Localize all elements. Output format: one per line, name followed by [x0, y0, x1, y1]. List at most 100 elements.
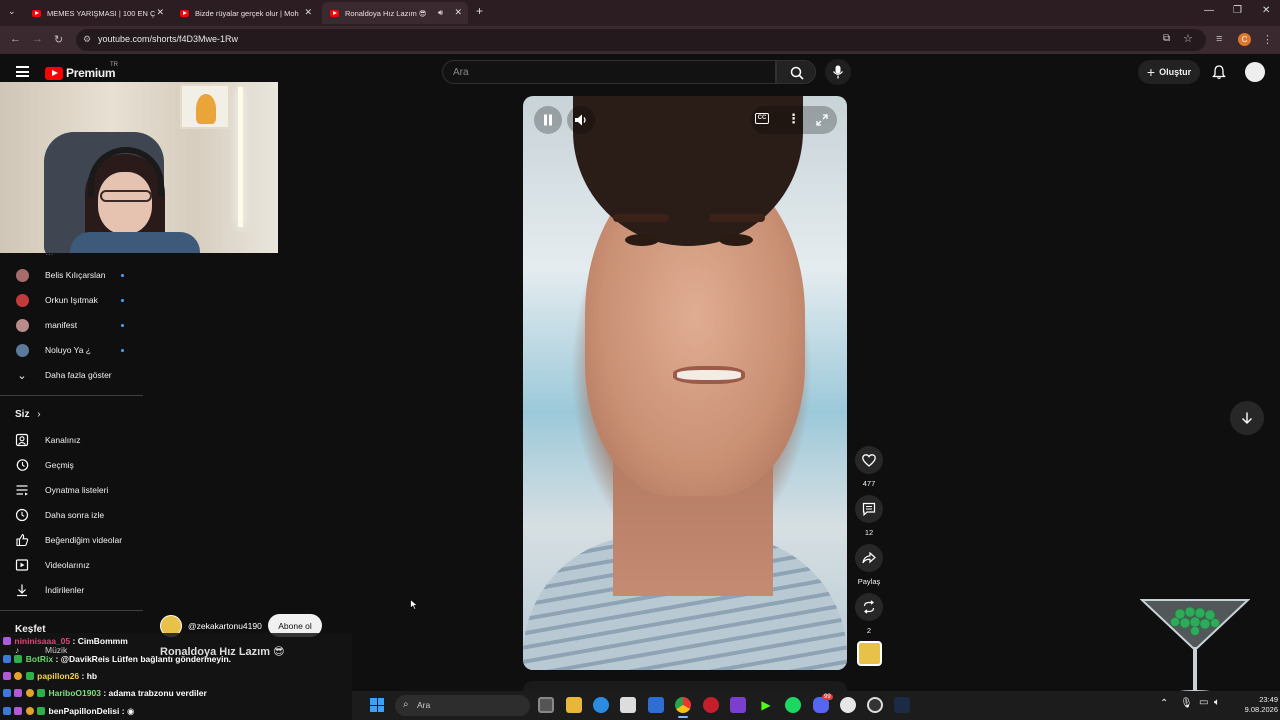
clock-date: 9.08.2026 — [1244, 705, 1278, 714]
sidebar-you-heading[interactable]: Siz › — [15, 409, 41, 420]
close-tab-icon[interactable]: ✕ — [304, 7, 312, 18]
region-code: TR — [110, 62, 118, 68]
share-button[interactable] — [855, 544, 883, 572]
hamburger-menu-icon[interactable] — [16, 66, 29, 77]
notifications-bell-icon[interactable] — [1212, 65, 1226, 80]
video-frame-eye — [625, 234, 659, 246]
streaming-app-icon[interactable] — [703, 697, 719, 713]
sidebar-subscription-4[interactable]: Noluyo Ya ¿ — [0, 338, 143, 362]
sidebar-item-your-channel[interactable]: Kanalınız — [0, 428, 143, 452]
taskbar-search[interactable]: ⌕ Ara — [395, 695, 530, 716]
sidebar-show-more[interactable]: ⌄ Daha fazla göster — [0, 363, 143, 387]
tab-search-chevron-icon[interactable]: ⌄ — [8, 6, 16, 17]
tray-overflow-icon[interactable]: ⌃ — [1160, 698, 1168, 709]
sidebar-divider — [0, 610, 143, 611]
close-window-icon[interactable]: ✕ — [1262, 5, 1270, 16]
mic-tray-icon[interactable]: 🎙︎ — [1180, 698, 1193, 709]
kick-icon[interactable]: ▶ — [758, 697, 774, 713]
file-explorer-icon[interactable] — [566, 697, 582, 713]
channel-icon — [15, 433, 29, 447]
maximize-icon[interactable]: ❐ — [1233, 5, 1242, 16]
remix-button[interactable] — [855, 593, 883, 621]
comments-button[interactable] — [855, 495, 883, 523]
create-button[interactable]: + Oluştur — [1138, 60, 1200, 84]
forward-icon[interactable]: → — [32, 33, 43, 45]
like-button[interactable] — [855, 446, 883, 474]
voice-search-button[interactable] — [825, 59, 851, 85]
logo-text: Premium — [66, 66, 116, 80]
sidebar-subscription-3[interactable]: manifest — [0, 313, 143, 337]
youtube-premium-logo[interactable]: Premium TR — [45, 62, 118, 80]
sidebar-item-downloads[interactable]: İndirilenler — [0, 578, 143, 602]
profile-avatar[interactable]: C — [1238, 33, 1251, 46]
heart-icon — [862, 453, 876, 467]
search-button[interactable] — [776, 60, 816, 84]
browser-tab-3-active[interactable]: Ronaldoya Hız Lazım 😎 🔊︎ ✕ — [322, 2, 468, 24]
shorts-video-player[interactable]: CC ⋮ — [523, 96, 847, 670]
store-icon[interactable] — [620, 697, 636, 713]
mail-icon[interactable] — [648, 697, 664, 713]
audio-playing-icon[interactable]: 🔊︎ — [438, 8, 443, 18]
item-label: Beğendiğim videolar — [45, 535, 123, 545]
cast-icon[interactable]: ⧉ — [1163, 33, 1170, 44]
site-info-icon[interactable]: ⚙ — [83, 34, 91, 45]
sidebar-subscription-1[interactable]: Belis Kılıçarslan — [0, 263, 143, 287]
start-button[interactable] — [370, 698, 384, 712]
share-label: Paylaş — [857, 577, 881, 586]
close-tab-icon[interactable]: ✕ — [454, 7, 462, 18]
tier-badge-icon — [14, 689, 23, 697]
app-icon[interactable] — [840, 697, 856, 713]
captions-icon[interactable]: CC — [755, 113, 769, 124]
task-view-icon[interactable] — [538, 697, 554, 713]
new-tab-icon[interactable]: + — [476, 4, 483, 18]
tab-title: MEMES YARIŞMASI | 100 EN Ç — [47, 8, 156, 18]
sidebar-item-liked-videos[interactable]: Beğendiğim videolar — [0, 528, 143, 552]
video-frame-brow — [709, 214, 765, 222]
bookmark-star-icon[interactable]: ☆ — [1183, 32, 1193, 45]
mute-button[interactable] — [567, 106, 595, 134]
sidebar-item-watch-later[interactable]: Daha sonra izle — [0, 503, 143, 527]
purple-app-icon[interactable] — [730, 697, 746, 713]
next-short-preview[interactable] — [523, 681, 847, 691]
edge-icon[interactable] — [593, 697, 609, 713]
network-icon[interactable]: ▭ — [1199, 697, 1208, 708]
audio-track-thumbnail[interactable] — [857, 641, 882, 666]
reload-icon[interactable]: ↻ — [54, 33, 63, 46]
extensions-icon[interactable]: ≡ — [1216, 33, 1222, 45]
more-options-icon[interactable]: ⋮ — [787, 111, 800, 127]
pause-button[interactable] — [534, 106, 562, 134]
account-avatar[interactable] — [1245, 62, 1265, 82]
vip-badge-icon — [25, 672, 34, 680]
spotify-icon[interactable] — [785, 697, 801, 713]
channel-name[interactable]: @zekakartonu4190 — [188, 621, 262, 631]
sub-badge-icon — [3, 637, 11, 645]
close-tab-icon[interactable]: ✕ — [156, 7, 164, 18]
steam-icon[interactable] — [894, 697, 910, 713]
back-icon[interactable]: ← — [10, 33, 21, 45]
sidebar-subscription-2[interactable]: Orkun Işıtmak — [0, 288, 143, 312]
search-input[interactable]: Ara — [453, 67, 469, 78]
create-label: Oluştur — [1159, 67, 1192, 77]
next-short-button[interactable] — [1230, 401, 1264, 435]
sidebar-item-your-videos[interactable]: Videolarınız — [0, 553, 143, 577]
chrome-icon[interactable] — [675, 697, 691, 713]
omnibox[interactable]: ⚙ youtube.com/shorts/f4D3Mwe-1Rw ⧉ ☆ — [76, 29, 1206, 51]
new-content-dot — [121, 273, 124, 277]
item-label: İndirilenler — [45, 585, 85, 595]
browser-tab-2[interactable]: Bizde rüyalar gerçek olur | Moh ✕ — [172, 2, 318, 24]
recording-app-icon[interactable] — [867, 697, 883, 713]
taskbar-clock[interactable]: 23:49 9.08.2026 — [1232, 695, 1278, 715]
minimize-icon[interactable]: — — [1204, 5, 1214, 16]
browser-menu-icon[interactable]: ⋮ — [1262, 33, 1273, 46]
fullscreen-icon[interactable] — [816, 114, 828, 126]
browser-tab-1[interactable]: MEMES YARIŞMASI | 100 EN Ç ✕ — [24, 2, 170, 24]
avatar — [15, 318, 29, 332]
youtube-favicon-icon — [180, 9, 189, 17]
chat-text: : adama trabzonu verdiler — [103, 688, 207, 698]
sidebar-item-history[interactable]: Geçmiş — [0, 453, 143, 477]
download-icon — [17, 584, 27, 597]
speaker-icon[interactable]: 🔈︎ — [1214, 697, 1220, 708]
sidebar-item-playlists[interactable]: Oynatma listeleri — [0, 478, 143, 502]
search-box[interactable]: Ara — [442, 60, 776, 84]
chat-text: : hb — [81, 671, 98, 681]
